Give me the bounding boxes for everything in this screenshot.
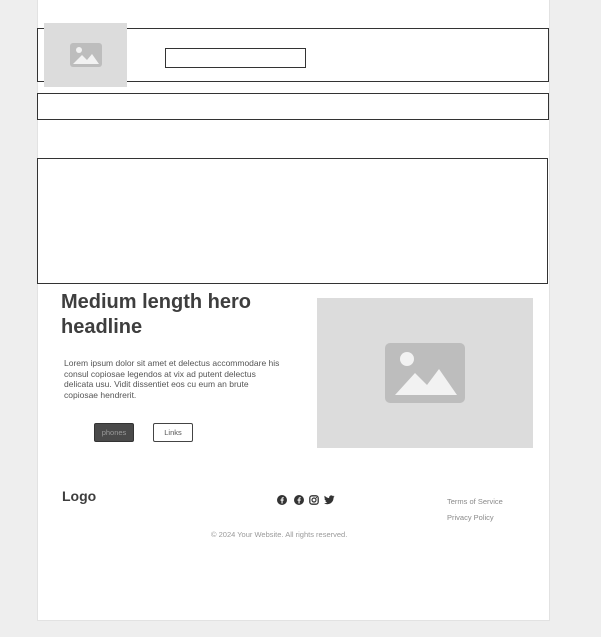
instagram-icon[interactable] xyxy=(308,494,319,505)
footer-link-terms[interactable]: Terms of Service xyxy=(447,497,503,506)
facebook-icon[interactable] xyxy=(276,494,287,505)
hero-title: Medium length hero headline xyxy=(61,291,251,338)
footer-copyright: © 2024 Your Website. All rights reserved… xyxy=(211,530,348,539)
hero-body-text: Lorem ipsum dolor sit amet et delectus a… xyxy=(64,358,280,400)
footer-link-privacy[interactable]: Privacy Policy xyxy=(447,513,494,522)
nav-bar xyxy=(37,93,549,120)
twitter-icon[interactable] xyxy=(324,494,335,505)
image-placeholder-icon xyxy=(385,343,465,403)
facebook-icon[interactable] xyxy=(293,494,304,505)
image-placeholder-icon xyxy=(69,43,102,67)
hero-primary-button[interactable]: phones xyxy=(94,423,134,442)
banner-section xyxy=(37,158,548,284)
header-search-box[interactable] xyxy=(165,48,306,68)
header-logo-image[interactable] xyxy=(44,23,127,87)
hero-image xyxy=(317,298,533,448)
footer-logo[interactable]: Logo xyxy=(62,488,96,504)
hero-secondary-button[interactable]: Links xyxy=(153,423,193,442)
